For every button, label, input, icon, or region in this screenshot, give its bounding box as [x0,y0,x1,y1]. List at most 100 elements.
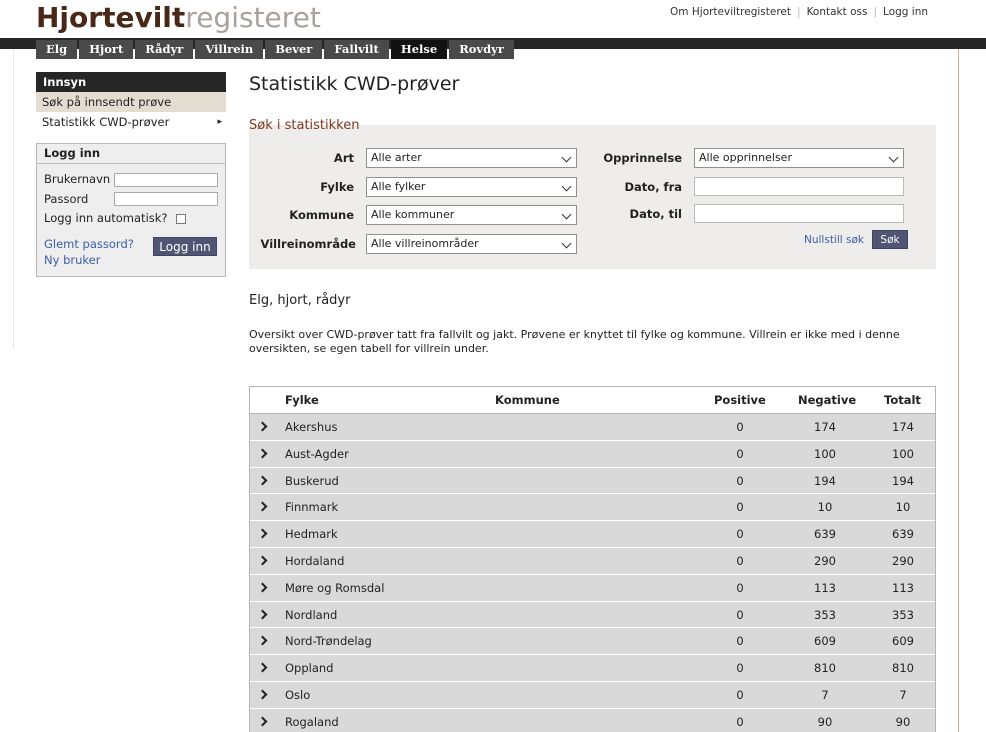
sidebar-item-label: Søk på innsendt prøve [42,95,172,109]
chevron-right-icon[interactable] [257,689,268,700]
chevron-right-icon: ▸ [217,117,222,127]
sidebar-menu: Innsyn Søk på innsendt prøve Statistikk … [36,72,226,132]
cell-totalt: 7 [899,687,907,702]
cell-positive: 0 [736,607,744,622]
chevron-right-icon[interactable] [257,555,268,566]
contact-link[interactable]: Kontakt oss [807,6,868,18]
column-header-positive[interactable]: Positive [714,387,766,414]
chevron-down-icon [561,152,572,163]
tab-rovdyr[interactable]: Rovdyr [449,40,514,59]
sidebar-item-sok-prove[interactable]: Søk på innsendt prøve [36,92,226,112]
password-input[interactable] [114,192,218,206]
sidebar-heading: Innsyn [36,72,226,92]
cell-fylke: Nordland [285,607,338,622]
forgot-password-link[interactable]: Glemt passord? [44,237,134,251]
about-link[interactable]: Om Hjorteviltregisteret [670,6,791,18]
table-row[interactable]: Finnmark 0 10 10 [250,494,935,522]
chevron-right-icon[interactable] [257,662,268,673]
cell-fylke: Rogaland [285,714,339,729]
table-row[interactable]: Nordland 0 353 353 [250,601,935,629]
cell-totalt: 90 [895,714,911,729]
table-body: Akershus 0 174 174 Aust-Agder 0 100 100 Buskerud… [250,414,935,732]
tab-villrein[interactable]: Villrein [195,40,264,59]
cell-fylke: Buskerud [285,473,339,488]
frame-left-border [13,49,14,349]
page-title: Statistikk CWD-prøver [249,73,460,95]
tab-fallvilt[interactable]: Fallvilt [324,40,389,59]
table-header: Fylke Kommune Positive Negative Totalt [250,387,935,414]
table-row[interactable]: Hedmark 0 639 639 [250,521,935,548]
column-header-negative[interactable]: Negative [798,387,856,414]
cell-negative: 290 [814,553,836,568]
chevron-right-icon[interactable] [257,716,268,727]
login-link[interactable]: Logg inn [883,6,928,18]
table-row[interactable]: Buskerud 0 194 194 [250,467,935,495]
cell-fylke: Oslo [285,687,311,702]
reset-search-link[interactable]: Nullstill søk [804,234,864,246]
column-header-kommune[interactable]: Kommune [495,387,560,414]
frame-right-border [958,49,959,732]
chevron-down-icon [561,181,572,192]
cell-positive: 0 [736,687,744,702]
table-row[interactable]: Rogaland 0 90 90 [250,708,935,732]
username-input[interactable] [114,173,218,187]
art-select[interactable]: Alle arter [366,148,577,168]
auto-login-checkbox[interactable] [176,214,186,224]
cell-negative: 639 [814,527,836,542]
table-row[interactable]: Møre og Romsdal 0 113 113 [250,574,935,602]
cell-negative: 194 [814,473,836,488]
tab-hjort[interactable]: Hjort [79,40,134,59]
tab-radyr[interactable]: Rådyr [135,40,194,59]
cell-negative: 10 [817,500,833,515]
top-links: Om Hjorteviltregisteret | Kontakt oss | Logg… [670,6,928,18]
table-row[interactable]: Akershus 0 174 174 [250,414,935,441]
table-row[interactable]: Hordaland 0 290 290 [250,547,935,575]
dato-til-input[interactable] [694,204,904,223]
fylke-select[interactable]: Alle fylker [366,177,577,197]
chevron-right-icon[interactable] [257,475,268,486]
login-button[interactable]: Logg inn [153,237,217,256]
cell-totalt: 10 [895,500,911,515]
cell-fylke: Aust-Agder [285,446,349,461]
login-heading: Logg inn [37,144,225,164]
column-header-totalt[interactable]: Totalt [884,387,921,414]
table-row[interactable]: Nord-Trøndelag 0 609 609 [250,628,935,656]
cell-fylke: Hordaland [285,553,345,568]
table-row[interactable]: Oppland 0 810 810 [250,655,935,682]
login-box: Logg inn Brukernavn Passord Logg inn aut… [36,143,226,277]
chevron-right-icon[interactable] [257,582,268,593]
chevron-right-icon[interactable] [257,421,268,432]
chevron-down-icon [561,238,572,249]
new-user-link[interactable]: Ny bruker [44,253,100,267]
chevron-right-icon[interactable] [257,528,268,539]
table-row[interactable]: Aust-Agder 0 100 100 [250,440,935,468]
cell-positive: 0 [736,500,744,515]
villrein-select[interactable]: Alle villreinområder [366,234,577,254]
column-header-fylke[interactable]: Fylke [285,387,319,414]
dato-fra-input[interactable] [694,177,904,196]
chevron-right-icon[interactable] [257,609,268,620]
sidebar-item-statistikk[interactable]: Statistikk CWD-prøver ▸ [36,112,226,132]
dato-til-label: Dato, til [629,207,682,221]
kommune-label: Kommune [289,208,354,222]
table-row[interactable]: Oslo 0 7 7 [250,681,935,709]
chevron-right-icon[interactable] [257,635,268,646]
tab-helse[interactable]: Helse [390,40,448,59]
tab-elg[interactable]: Elg [36,40,78,59]
cell-negative: 90 [817,714,833,729]
cell-positive: 0 [736,473,744,488]
dato-fra-label: Dato, fra [624,180,682,194]
opprinnelse-select[interactable]: Alle opprinnelser [694,148,904,168]
cell-totalt: 113 [892,580,914,595]
chevron-right-icon[interactable] [257,448,268,459]
section-title: Elg, hjort, rådyr [249,293,351,308]
chevron-right-icon[interactable] [257,501,268,512]
tab-bever[interactable]: Bever [265,40,323,59]
cell-negative: 174 [814,420,836,434]
chevron-down-icon [561,209,572,220]
site-logo[interactable]: Hjorteviltregisteret [36,1,321,35]
cell-totalt: 810 [892,661,914,676]
cell-fylke: Møre og Romsdal [285,580,385,595]
search-button[interactable]: Søk [872,230,908,249]
kommune-select[interactable]: Alle kommuner [366,205,577,225]
